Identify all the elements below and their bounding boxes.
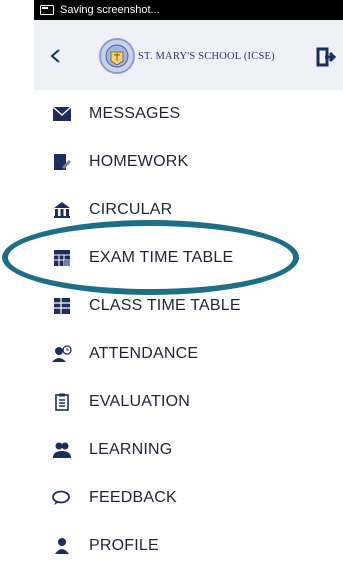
menu-item-label: EXAM TIME TABLE xyxy=(89,249,234,266)
menu-item-feedback[interactable]: FEEDBACK xyxy=(34,474,343,522)
menu-item-label: HOMEWORK xyxy=(89,153,189,170)
menu-item-messages[interactable]: MESSAGES xyxy=(34,90,343,138)
learning-icon xyxy=(52,440,72,460)
circular-icon xyxy=(52,200,72,220)
evaluation-icon xyxy=(52,392,72,412)
menu-item-exam-time-table[interactable]: EXAM TIME TABLE xyxy=(34,234,343,282)
menu-item-evaluation[interactable]: EVALUATION xyxy=(34,378,343,426)
back-icon[interactable] xyxy=(48,48,64,64)
menu-item-profile[interactable]: PROFILE xyxy=(34,522,343,570)
menu-item-homework[interactable]: HOMEWORK xyxy=(34,138,343,186)
status-text: Saving screenshot... xyxy=(60,4,160,16)
logout-icon[interactable] xyxy=(315,46,337,68)
screenshot-icon xyxy=(40,5,54,15)
drawer-header: ST. MARY'S SCHOOL (ICSE) xyxy=(34,20,343,90)
menu-item-attendance[interactable]: ATTENDANCE xyxy=(34,330,343,378)
profile-icon xyxy=(52,536,72,556)
menu-item-label: PROFILE xyxy=(89,537,159,554)
attendance-icon xyxy=(52,344,72,364)
status-bar: Saving screenshot... xyxy=(34,0,343,20)
menu-item-label: CIRCULAR xyxy=(89,201,173,218)
menu-item-label: MESSAGES xyxy=(89,105,181,122)
menu-item-label: ATTENDANCE xyxy=(89,345,199,362)
envelope-icon xyxy=(52,104,72,124)
navigation-drawer: ST. MARY'S SCHOOL (ICSE) MESSAGES HOMEWO… xyxy=(34,20,343,554)
menu-item-label: LEARNING xyxy=(89,441,173,458)
school-logo xyxy=(99,38,135,74)
feedback-icon xyxy=(52,488,72,508)
menu-item-label: EVALUATION xyxy=(89,393,190,410)
class-timetable-icon xyxy=(52,296,72,316)
school-name: ST. MARY'S SCHOOL (ICSE) xyxy=(138,51,275,62)
homework-icon xyxy=(52,152,72,172)
menu-item-circular[interactable]: CIRCULAR xyxy=(34,186,343,234)
menu-item-learning[interactable]: LEARNING xyxy=(34,426,343,474)
menu-item-label: CLASS TIME TABLE xyxy=(89,297,241,314)
exam-timetable-icon xyxy=(52,248,72,268)
menu-item-class-time-table[interactable]: CLASS TIME TABLE xyxy=(34,282,343,330)
menu-item-label: FEEDBACK xyxy=(89,489,177,506)
